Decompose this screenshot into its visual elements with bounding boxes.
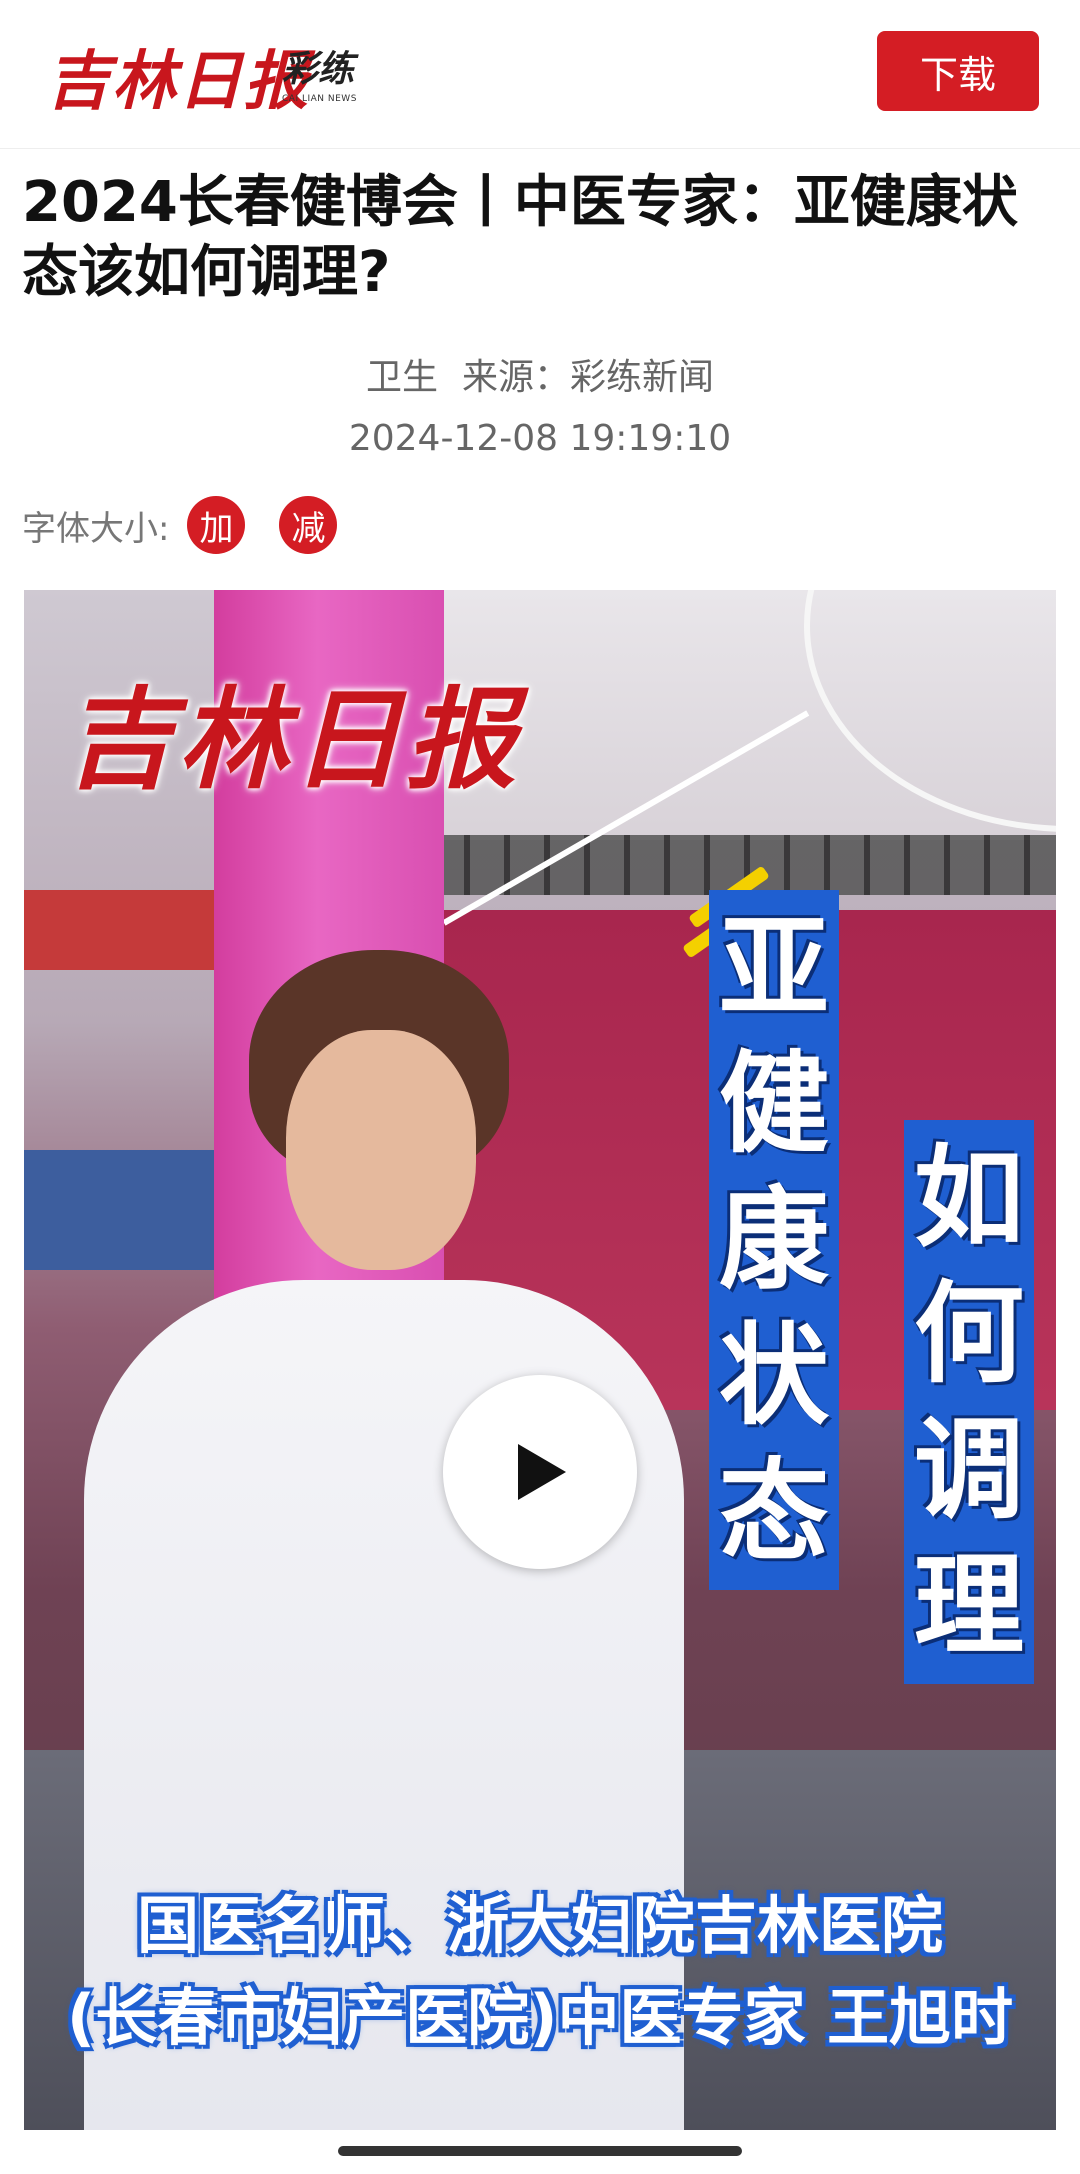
cailian-logo-subtext: CAI LIAN NEWS xyxy=(282,94,357,104)
vertical-title-char: 调 xyxy=(914,1406,1024,1534)
vertical-title-char: 何 xyxy=(914,1270,1024,1398)
video-caption-line2: (长春市妇产医院)中医专家 王旭时 xyxy=(66,1981,1014,2054)
vertical-title-subhealth: 亚 健 康 状 态 xyxy=(709,890,839,1590)
vertical-title-how: 如 何 调 理 xyxy=(904,1120,1034,1684)
article-source: 来源：彩练新闻 xyxy=(462,357,715,398)
app-header: 吉林日报 彩练 CAI LIAN NEWS 下载 xyxy=(0,0,1080,149)
doctor-face xyxy=(286,1030,476,1270)
video-caption: 国医名师、浙大妇院吉林医院 (长春市妇产医院)中医专家 王旭时 xyxy=(24,1880,1056,2064)
vertical-title-char: 态 xyxy=(719,1448,829,1576)
vertical-title-char: 亚 xyxy=(719,904,829,1032)
vertical-title-char: 健 xyxy=(719,1040,829,1168)
video-bg-board xyxy=(24,1150,224,1270)
vertical-title-char: 康 xyxy=(719,1176,829,1304)
jilin-daily-logo[interactable]: 吉林日报 xyxy=(46,30,310,122)
download-button[interactable]: 下载 xyxy=(877,31,1039,111)
vertical-title-char: 理 xyxy=(914,1542,1024,1670)
home-indicator[interactable] xyxy=(338,2146,742,2156)
video-caption-line1: 国医名师、浙大妇院吉林医院 xyxy=(136,1889,943,1962)
article-datetime: 2024-12-08 19:19:10 xyxy=(348,418,732,459)
font-size-label: 字体大小: xyxy=(22,508,170,549)
play-button[interactable] xyxy=(443,1375,637,1569)
vertical-title-char: 如 xyxy=(914,1134,1024,1262)
video-bg-banner xyxy=(24,890,224,970)
article-title: 2024长春健博会丨中医专家：亚健康状态该如何调理? xyxy=(22,170,1018,305)
video-overlay-logo: 吉林日报 xyxy=(64,675,520,804)
cailian-logo-text: 彩练 xyxy=(282,48,355,90)
video-player[interactable]: 吉林日报 亚 健 康 状 态 如 何 调 理 国医名师、浙大妇院吉林医院 (长春… xyxy=(24,590,1056,2130)
vertical-title-char: 状 xyxy=(719,1312,829,1440)
article-meta: 卫生 来源：彩练新闻 xyxy=(0,348,1080,400)
cailian-logo: 彩练 CAI LIAN NEWS xyxy=(282,40,362,116)
play-icon xyxy=(518,1444,566,1500)
font-increase-button[interactable]: 加 xyxy=(187,496,246,554)
article-category: 卫生 xyxy=(365,357,438,398)
font-size-control: 字体大小: 加 减 xyxy=(22,496,338,554)
font-decrease-button[interactable]: 减 xyxy=(279,496,338,554)
